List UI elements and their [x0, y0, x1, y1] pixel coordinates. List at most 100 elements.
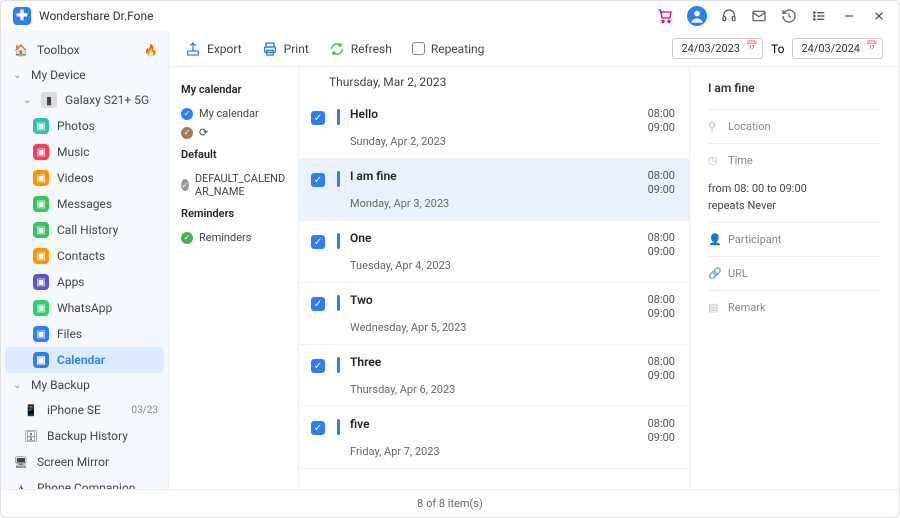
repeating-checkbox[interactable]: Repeating [412, 42, 485, 56]
event-row[interactable]: ✓HelloSunday, Apr 2, 202308:0009:00 [299, 97, 689, 159]
phone-icon: 📱 [23, 402, 39, 418]
section-reminders: Reminders [181, 207, 286, 220]
date-from-input[interactable]: 24/03/2023 [672, 38, 763, 59]
chevron-down-icon: ⌄ [13, 380, 23, 391]
sidebar-device[interactable]: ⌄▮Galaxy S21+ 5G [1, 87, 168, 113]
content: Export Print Refresh Repeating 24/03/202… [169, 31, 899, 489]
sidebar-mydevice[interactable]: ⌄My Device [1, 63, 168, 87]
location-icon: ⚲ [708, 120, 720, 133]
chevron-down-icon: ⌄ [23, 95, 33, 106]
sidebar-item-photos[interactable]: ▣Photos [1, 113, 168, 139]
section-default: Default [181, 148, 286, 161]
event-row[interactable]: ✓ I am fine Monday, Apr 3, 2023 08:0009:00 [299, 159, 689, 221]
event-date: Wednesday, Apr 5, 2023 [350, 321, 466, 334]
checkbox-icon[interactable]: ✓ [311, 111, 325, 125]
event-list[interactable]: Thursday, Mar 2, 2023 ✓ Hello Sunday, Apr … [299, 67, 689, 489]
event-times: 08:0009:00 [648, 231, 675, 260]
event-color-bar [337, 295, 340, 311]
app-icon: ▣ [33, 352, 49, 368]
sidebar-item-apps[interactable]: ▣Apps [1, 269, 168, 295]
link-icon: 🔗 [708, 267, 720, 280]
sidebar-item-whatsapp[interactable]: ▣WhatsApp [1, 295, 168, 321]
body: My calendar ✓My calendar ✓⟳ Default ✓DEF… [169, 67, 899, 489]
event-date: Monday, Apr 3, 2023 [350, 197, 449, 210]
mail-icon[interactable] [751, 8, 767, 24]
cal-item-reminders[interactable]: ✓Reminders [181, 228, 286, 247]
print-icon [262, 41, 278, 57]
event-color-bar [337, 233, 340, 249]
sidebar-screen-mirror[interactable]: 🖥Screen Mirror [1, 449, 168, 475]
cal-item-my[interactable]: ✓My calendar [181, 104, 286, 123]
sidebar-item-music[interactable]: ▣Music [1, 139, 168, 165]
event-title: I am fine [350, 169, 449, 183]
event-color-bar [337, 357, 340, 373]
event-color-bar [337, 109, 340, 125]
checkbox-icon [412, 42, 425, 55]
sidebar-item-calendar[interactable]: ▣Calendar [5, 347, 164, 373]
cal-item-default[interactable]: ✓DEFAULT_CALENDAR_NAME [181, 169, 286, 201]
sidebar-mybackup[interactable]: ⌄My Backup [1, 373, 168, 397]
event-times: 08:0009:00 [648, 169, 675, 198]
sidebar-toolbox[interactable]: 🏠Toolbox🔥 [1, 37, 168, 63]
event-title: Hello [350, 107, 446, 121]
sidebar-item-call-history[interactable]: ▣Call History [1, 217, 168, 243]
titlebar: ✚ Wondershare Dr.Fone [1, 1, 899, 31]
refresh-button[interactable]: Refresh [329, 41, 392, 57]
event-row[interactable]: ✓fiveFriday, Apr 7, 202308:0009:00 [299, 407, 689, 469]
headset-icon[interactable] [721, 8, 737, 24]
history-icon[interactable] [781, 8, 797, 24]
user-icon[interactable] [687, 6, 707, 26]
app-title: Wondershare Dr.Fone [39, 9, 154, 23]
event-title: five [350, 417, 440, 431]
field-time: ◷Time [708, 143, 881, 177]
event-title: One [350, 231, 451, 245]
field-participant: 👤Participant [708, 222, 881, 256]
sidebar-phone-companion[interactable]: ◮Phone Companion [1, 475, 168, 489]
checkbox-icon[interactable]: ✓ [311, 297, 325, 311]
checkbox-icon[interactable]: ✓ [311, 359, 325, 373]
time-value: from 08: 00 to 09:00repeats Never [708, 177, 881, 222]
event-row[interactable]: ✓ One Tuesday, Apr 4, 2023 08:0009:00 [299, 221, 689, 283]
app-icon: ▣ [33, 196, 49, 212]
app-icon: ▣ [33, 248, 49, 264]
phone-icon: ▮ [41, 92, 57, 108]
event-date: Thursday, Apr 6, 2023 [350, 383, 455, 396]
cal-item-loading[interactable]: ✓⟳ [181, 123, 286, 142]
sidebar-backup-device[interactable]: 📱iPhone SE03/23 [1, 397, 168, 423]
checkbox-icon[interactable]: ✓ [311, 235, 325, 249]
checkbox-icon[interactable]: ✓ [311, 421, 325, 435]
note-icon: ▤ [708, 301, 720, 314]
sidebar-item-messages[interactable]: ▣Messages [1, 191, 168, 217]
titlebar-right [657, 6, 887, 26]
sidebar-item-files[interactable]: ▣Files [1, 321, 168, 347]
cart-icon[interactable] [657, 8, 673, 24]
sidebar-item-contacts[interactable]: ▣Contacts [1, 243, 168, 269]
check-icon: ✓ [181, 127, 193, 139]
sidebar: 🏠Toolbox🔥 ⌄My Device ⌄▮Galaxy S21+ 5G ▣P… [1, 31, 169, 489]
export-button[interactable]: Export [185, 41, 242, 57]
close-button[interactable] [871, 8, 887, 24]
check-icon: ✓ [181, 108, 193, 120]
minimize-button[interactable] [841, 8, 857, 24]
date-to-input[interactable]: 24/03/2024 [792, 38, 883, 59]
check-icon: ✓ [181, 179, 189, 191]
sidebar-backup-history[interactable]: 🗄Backup History [1, 423, 168, 449]
titlebar-left: ✚ Wondershare Dr.Fone [13, 7, 154, 25]
menu-icon[interactable] [811, 8, 827, 24]
field-url: 🔗URL [708, 256, 881, 290]
checkbox-icon[interactable]: ✓ [311, 173, 325, 187]
sidebar-item-videos[interactable]: ▣Videos [1, 165, 168, 191]
event-row[interactable]: ✓ThreeThursday, Apr 6, 202308:0009:00 [299, 345, 689, 407]
event-date: Sunday, Apr 2, 2023 [350, 135, 446, 148]
app-icon: ▣ [33, 144, 49, 160]
app-icon: ▣ [33, 300, 49, 316]
app-logo: ✚ [13, 7, 31, 25]
event-color-bar [337, 171, 340, 187]
status-bar: 8 of 8 item(s) [1, 489, 899, 517]
print-button[interactable]: Print [262, 41, 309, 57]
detail-title: I am fine [708, 81, 881, 95]
date-header: Thursday, Mar 2, 2023 [299, 67, 689, 97]
event-row[interactable]: ✓TwoWednesday, Apr 5, 202308:0009:00 [299, 283, 689, 345]
event-date: Tuesday, Apr 4, 2023 [350, 259, 451, 272]
monitor-icon: 🖥 [13, 454, 29, 470]
